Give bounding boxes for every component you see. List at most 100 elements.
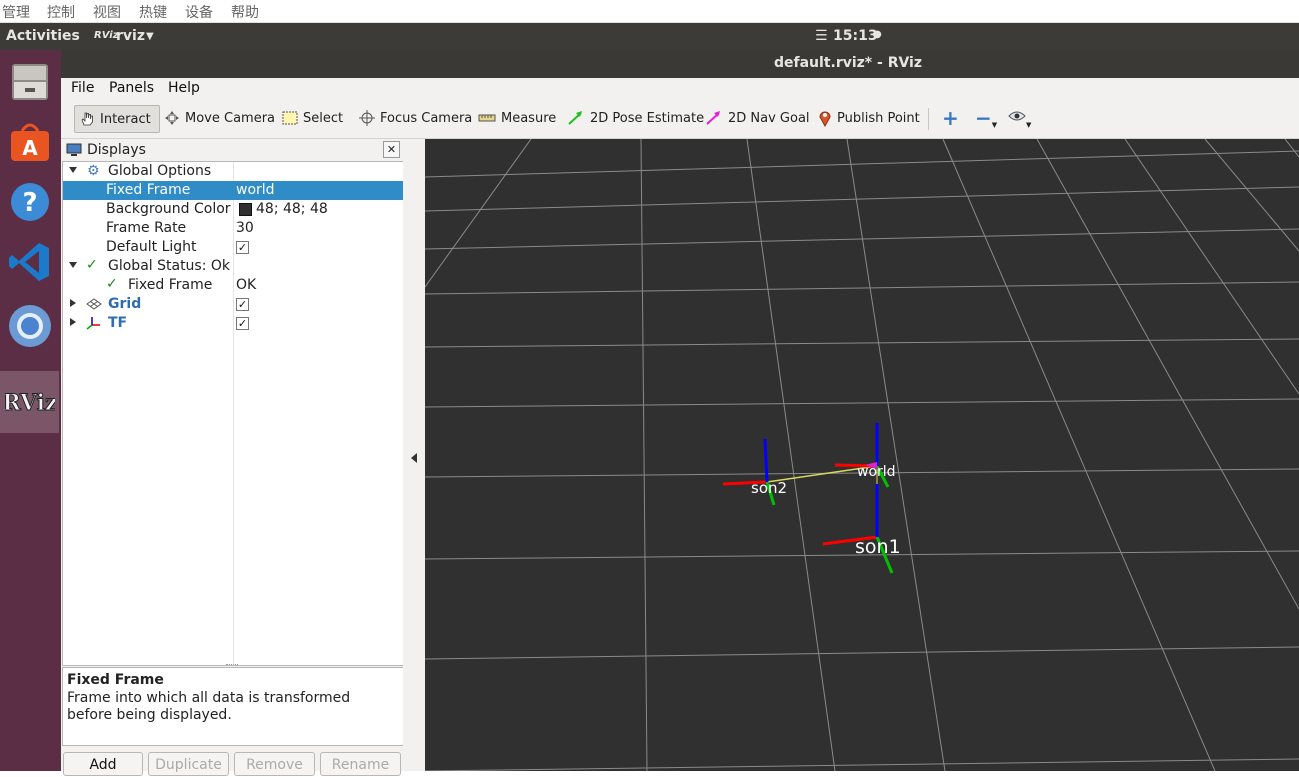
view-tool-button[interactable]: ▼ [1008, 105, 1031, 131]
svg-text:?: ? [22, 188, 37, 218]
help-icon[interactable]: ? [0, 172, 59, 232]
frame-label-world: world [857, 464, 896, 480]
property-description: Fixed Frame Frame into which all data is… [62, 667, 405, 746]
expand-arrow-icon[interactable] [69, 262, 77, 268]
tree-row-tf[interactable]: TF ✓ [63, 314, 403, 333]
map-pin-icon [818, 109, 832, 127]
magenta-arrow-icon [705, 110, 723, 126]
remove-button[interactable]: Remove [234, 752, 315, 776]
ruler-icon [478, 113, 496, 123]
nav-goal-tool-button[interactable]: 2D Nav Goal [705, 105, 810, 131]
notification-dot-icon: ● [873, 29, 882, 40]
interact-tool-button[interactable]: Interact [74, 105, 160, 133]
minus-icon: − [975, 106, 992, 130]
render-viewport[interactable]: son2 world son1 [424, 138, 1299, 772]
host-menu-view[interactable]: 视图 [93, 2, 121, 22]
clock[interactable]: 15:13 [833, 28, 878, 44]
eye-icon [1008, 110, 1026, 126]
checkmark-icon: ✓ [86, 257, 98, 273]
menu-file[interactable]: File [71, 80, 94, 96]
crosshair-icon [359, 110, 375, 126]
scene-canvas[interactable]: son2 world son1 [424, 138, 1299, 772]
fixed-frame-value[interactable]: world [236, 182, 275, 198]
background-color-value[interactable]: 48; 48; 48 [256, 201, 328, 217]
chromium-icon[interactable] [0, 296, 59, 356]
frame-label-son1: son1 [855, 536, 901, 558]
grid-lines [424, 138, 1299, 772]
host-menu-hotkeys[interactable]: 热键 [139, 2, 167, 22]
monitor-icon [66, 143, 82, 161]
default-light-checkbox[interactable]: ✓ [236, 241, 249, 254]
grid-checkbox[interactable]: ✓ [236, 298, 249, 311]
measure-label: Measure [501, 110, 557, 126]
frame-rate-label: Frame Rate [106, 220, 187, 236]
nav-goal-label: 2D Nav Goal [728, 110, 810, 126]
add-button[interactable]: Add [63, 752, 143, 776]
app-menu-button[interactable]: rviz [116, 28, 145, 44]
tree-row-default-light[interactable]: Default Light ✓ [63, 238, 403, 257]
panel-splitter[interactable] [403, 139, 425, 771]
rename-button[interactable]: Rename [320, 752, 401, 776]
measure-tool-button[interactable]: Measure [478, 105, 556, 131]
displays-panel: Displays ✕ ⚙ Global Options Fixed Frame … [61, 139, 405, 776]
calendar-menu-icon[interactable]: ☰ [815, 28, 828, 44]
tf-frame-son1[interactable]: son1 [822, 484, 901, 574]
pose-estimate-tool-button[interactable]: 2D Pose Estimate [567, 105, 704, 131]
tf-frame-son2[interactable]: son2 [722, 438, 787, 506]
tf-axes-icon [86, 316, 102, 334]
gear-icon: ⚙ [87, 163, 100, 179]
checkmark-icon: ✓ [106, 276, 118, 292]
focus-camera-tool-button[interactable]: Focus Camera [359, 105, 472, 131]
publish-point-tool-button[interactable]: Publish Point [818, 105, 920, 131]
host-menu-control[interactable]: 控制 [47, 2, 75, 22]
host-menu-manage[interactable]: 管理 [2, 2, 30, 22]
software-center-icon[interactable]: A [0, 112, 59, 172]
files-icon[interactable] [0, 52, 59, 112]
collapse-arrow-icon[interactable] [70, 318, 76, 326]
activities-button[interactable]: Activities [6, 28, 80, 44]
displays-tree: ⚙ Global Options Fixed Frame world Backg… [62, 161, 405, 666]
vscode-icon[interactable] [0, 232, 59, 292]
tree-row-background-color[interactable]: Background Color 48; 48; 48 [63, 200, 403, 219]
menu-help[interactable]: Help [168, 80, 200, 96]
tree-row-status-fixed-frame[interactable]: ✓ Fixed Frame OK [63, 276, 403, 295]
select-label: Select [303, 110, 344, 126]
collapse-left-arrow-icon[interactable] [411, 453, 417, 463]
select-tool-button[interactable]: Select [282, 105, 343, 131]
hand-pointer-icon [79, 111, 95, 127]
window-titlebar: default.rviz* - RViz [61, 50, 1299, 78]
dropdown-arrow-icon: ▼ [991, 121, 998, 129]
add-tool-button[interactable]: + [942, 105, 959, 131]
global-options-label: Global Options [108, 163, 212, 179]
host-menu-devices[interactable]: 设备 [185, 2, 213, 22]
tf-frame-world[interactable]: world [834, 423, 896, 488]
move-camera-label: Move Camera [185, 110, 276, 126]
dropdown-arrow-icon: ▼ [1026, 121, 1032, 129]
duplicate-button[interactable]: Duplicate [148, 752, 229, 776]
move-camera-tool-button[interactable]: Move Camera [164, 105, 275, 131]
tree-row-fixed-frame[interactable]: Fixed Frame world [63, 181, 403, 200]
green-arrow-icon [567, 110, 585, 126]
host-menu-help[interactable]: 帮助 [231, 2, 259, 22]
menu-panels[interactable]: Panels [109, 80, 154, 96]
expand-arrow-icon[interactable] [69, 167, 77, 173]
chevron-down-icon[interactable]: ▼ [146, 31, 154, 42]
toolbar: Interact Move Camera Select Focus Camera… [61, 100, 1299, 139]
system-top-bar: Activities RViz rviz ▼ ☰ 15:13 ● [0, 23, 1299, 50]
close-panel-icon[interactable]: ✕ [383, 141, 400, 158]
tf-label: TF [108, 315, 128, 331]
tf-checkbox[interactable]: ✓ [236, 317, 249, 330]
tree-row-global-options[interactable]: ⚙ Global Options [63, 162, 403, 181]
default-light-label: Default Light [106, 239, 197, 255]
color-swatch[interactable] [239, 203, 252, 216]
svg-text:RViz: RViz [5, 390, 55, 416]
remove-tool-button[interactable]: − ▼ [975, 105, 997, 131]
rviz-icon[interactable]: RViz [0, 371, 59, 433]
collapse-arrow-icon[interactable] [70, 299, 76, 307]
description-title: Fixed Frame [67, 672, 164, 688]
frame-rate-value[interactable]: 30 [236, 220, 254, 236]
tree-row-grid[interactable]: Grid ✓ [63, 295, 403, 314]
tree-row-frame-rate[interactable]: Frame Rate 30 [63, 219, 403, 238]
move-arrows-icon [164, 110, 180, 126]
tree-row-global-status[interactable]: ✓ Global Status: Ok [63, 257, 403, 276]
